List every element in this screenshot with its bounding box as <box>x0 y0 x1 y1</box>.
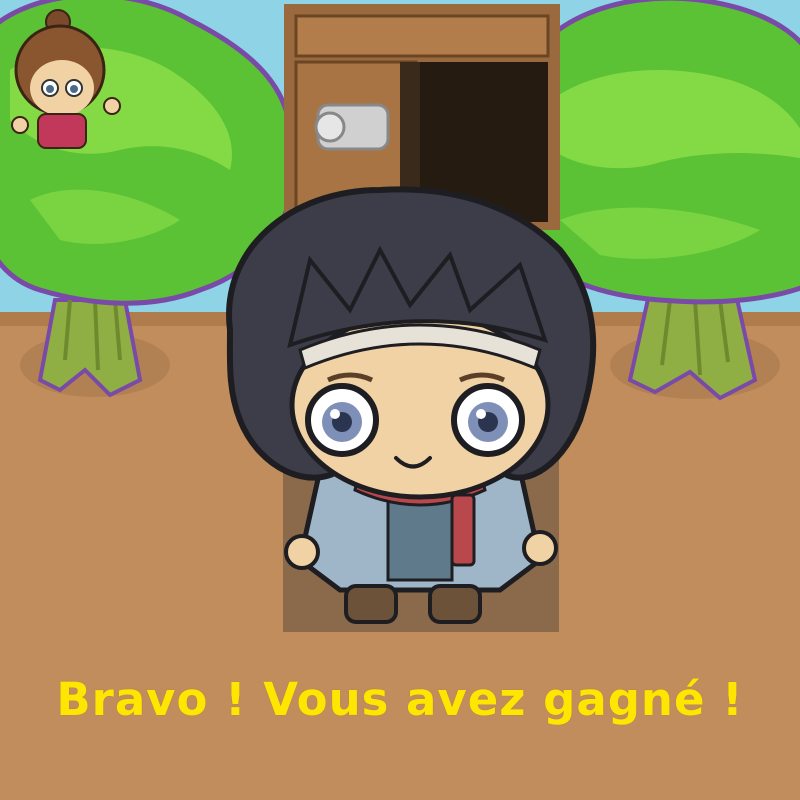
boy-character-icon[interactable] <box>226 186 597 632</box>
win-message: Bravo ! Vous avez gagné ! <box>56 673 744 726</box>
game-scene: Bravo ! Vous avez gagné ! <box>0 0 800 800</box>
